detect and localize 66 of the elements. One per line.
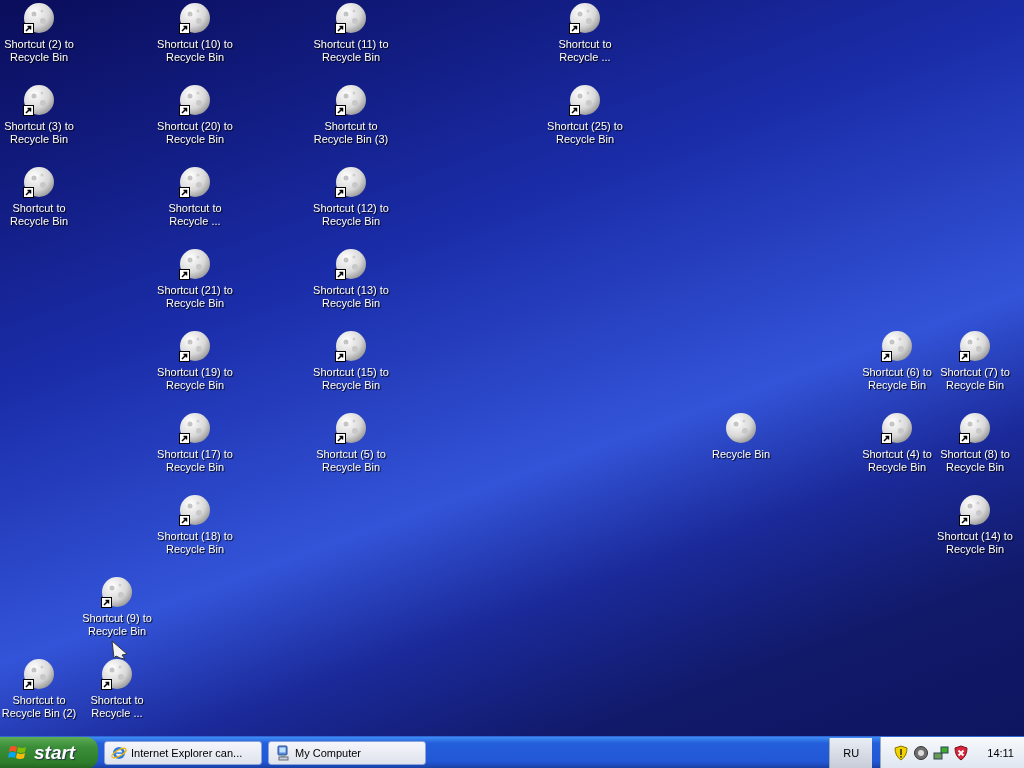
icon-label[interactable]: Shortcut (3) to Recycle Bin <box>1 120 77 146</box>
icon-label[interactable]: Shortcut (9) to Recycle Bin <box>79 612 155 638</box>
shortcut-arrow-icon <box>23 187 34 198</box>
shortcut-arrow-icon <box>23 105 34 116</box>
shortcut-arrow-icon <box>569 105 580 116</box>
icon-label[interactable]: Shortcut (2) to Recycle Bin <box>1 38 77 64</box>
icon-label[interactable]: Shortcut (4) to Recycle Bin <box>859 448 935 474</box>
icon-label[interactable]: Shortcut (17) to Recycle Bin <box>157 448 233 474</box>
speaker-icon[interactable] <box>913 744 930 761</box>
icon-label[interactable]: Shortcut to Recycle ... <box>79 694 155 720</box>
icon-label[interactable]: Shortcut to Recycle Bin (3) <box>313 120 389 146</box>
icon-label[interactable]: Recycle Bin <box>703 448 779 461</box>
icon-label[interactable]: Shortcut (21) to Recycle Bin <box>157 284 233 310</box>
shield-warning-icon[interactable] <box>893 744 910 761</box>
clock[interactable]: 14:11 <box>987 746 1014 759</box>
sphere-icon[interactable] <box>725 412 757 444</box>
shortcut-arrow-icon <box>179 105 190 116</box>
icon-label[interactable]: Shortcut (18) to Recycle Bin <box>157 530 233 556</box>
icon-label[interactable]: Shortcut (5) to Recycle Bin <box>313 448 389 474</box>
shortcut-arrow-icon <box>101 679 112 690</box>
icon-label[interactable]: Shortcut (8) to Recycle Bin <box>937 448 1013 474</box>
taskbar-button[interactable]: Internet Explorer can... <box>104 740 262 765</box>
shortcut-arrow-icon <box>959 433 970 444</box>
shortcut-arrow-icon <box>335 269 346 280</box>
shortcut-arrow-icon <box>335 351 346 362</box>
icon-label[interactable]: Shortcut (12) to Recycle Bin <box>313 202 389 228</box>
shortcut-arrow-icon <box>23 23 34 34</box>
icon-label[interactable]: Shortcut (25) to Recycle Bin <box>547 120 623 146</box>
shortcut-arrow-icon <box>881 351 892 362</box>
shortcut-arrow-icon <box>101 597 112 608</box>
icon-label[interactable]: Shortcut (10) to Recycle Bin <box>157 38 233 64</box>
shortcut-arrow-icon <box>335 433 346 444</box>
shortcut-arrow-icon <box>179 187 190 198</box>
shortcut-arrow-icon <box>959 515 970 526</box>
icon-label[interactable]: Shortcut to Recycle ... <box>157 202 233 228</box>
icon-label[interactable]: Shortcut (13) to Recycle Bin <box>313 284 389 310</box>
icon-label[interactable]: Shortcut (11) to Recycle Bin <box>313 38 389 64</box>
shortcut-arrow-icon <box>179 23 190 34</box>
language-indicator[interactable]: RU <box>829 737 873 768</box>
shortcut-arrow-icon <box>179 433 190 444</box>
icon-label[interactable]: Shortcut (20) to Recycle Bin <box>157 120 233 146</box>
icon-label[interactable]: Shortcut (19) to Recycle Bin <box>157 366 233 392</box>
shortcut-arrow-icon <box>881 433 892 444</box>
icon-label[interactable]: Shortcut to Recycle ... <box>547 38 623 64</box>
computer-icon <box>275 744 291 761</box>
icon-label[interactable]: Shortcut (6) to Recycle Bin <box>859 366 935 392</box>
icon-label[interactable]: Shortcut (14) to Recycle Bin <box>937 530 1013 556</box>
shortcut-arrow-icon <box>23 679 34 690</box>
shortcut-arrow-icon <box>179 351 190 362</box>
shortcut-arrow-icon <box>335 187 346 198</box>
shortcut-arrow-icon <box>179 515 190 526</box>
shortcut-arrow-icon <box>335 105 346 116</box>
icon-label[interactable]: Shortcut (7) to Recycle Bin <box>937 366 1013 392</box>
shortcut-arrow-icon <box>179 269 190 280</box>
shortcut-arrow-icon <box>569 23 580 34</box>
icon-label[interactable]: Shortcut to Recycle Bin (2) <box>1 694 77 720</box>
start-button[interactable]: start <box>0 736 98 768</box>
icon-label[interactable]: Shortcut (15) to Recycle Bin <box>313 366 389 392</box>
shortcut-arrow-icon <box>335 23 346 34</box>
network-icon[interactable] <box>933 744 950 761</box>
cursor-icon <box>110 640 130 660</box>
icon-label[interactable]: Shortcut to Recycle Bin <box>1 202 77 228</box>
taskbar-button[interactable]: My Computer <box>268 740 426 765</box>
browser-icon <box>111 744 127 761</box>
shortcut-arrow-icon <box>959 351 970 362</box>
shield-error-icon[interactable] <box>953 744 970 761</box>
